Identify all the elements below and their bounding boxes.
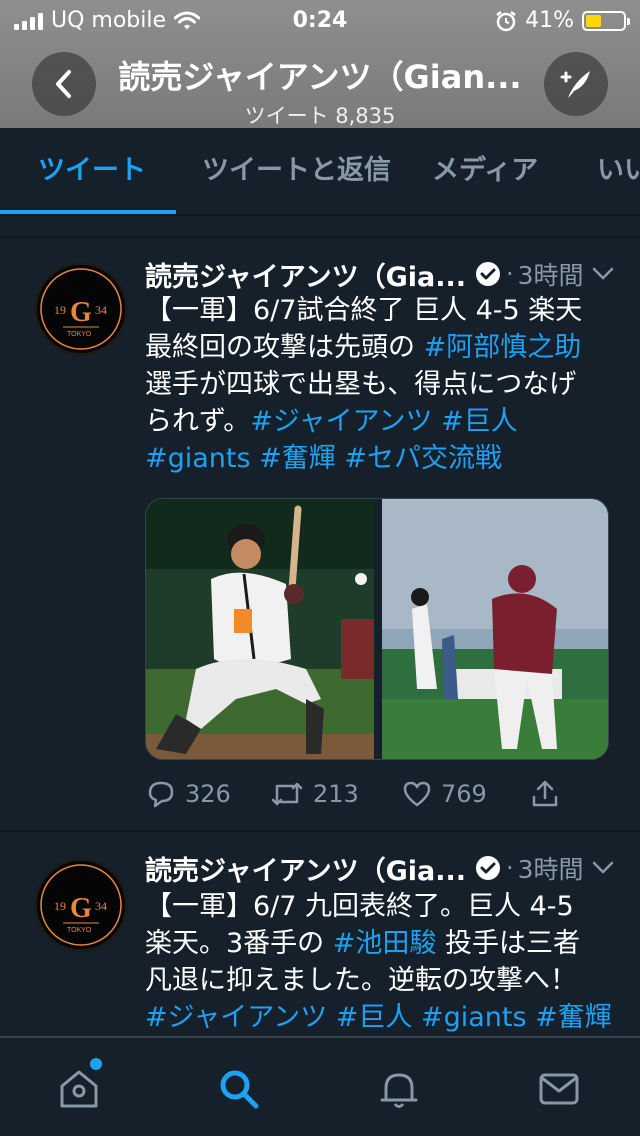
svg-text:34: 34: [95, 899, 107, 913]
tweet-media[interactable]: [145, 498, 609, 760]
retweet-count: 213: [313, 780, 359, 808]
svg-text:TOKYO: TOKYO: [67, 927, 92, 934]
tweet-card[interactable]: 19 34 G TOKYO 読売ジャイアンツ（Gia... · 3時間 【一軍】…: [0, 240, 640, 832]
active-tab-indicator: [0, 210, 176, 214]
author-name[interactable]: 読売ジャイアンツ（Gia...: [145, 255, 466, 294]
search-icon[interactable]: [216, 1066, 262, 1112]
tab-media[interactable]: メディア: [432, 128, 538, 214]
notification-dot: [90, 1058, 102, 1070]
profile-tabs: ツイート ツイートと返信 メディア いいね: [0, 128, 640, 216]
hashtag-link[interactable]: #giants #奮輝 #セパ交流戦: [145, 440, 615, 477]
svg-text:34: 34: [95, 303, 107, 317]
notifications-bell-icon[interactable]: [376, 1066, 422, 1112]
tab-likes[interactable]: いいね: [597, 128, 640, 214]
author-name[interactable]: 読売ジャイアンツ（Gia...: [145, 849, 466, 888]
chevron-left-icon: [56, 70, 71, 98]
svg-text:19: 19: [54, 303, 66, 317]
reply-button[interactable]: 326: [145, 778, 231, 810]
home-icon[interactable]: [56, 1066, 102, 1112]
tweet-text: 【一軍】6/7試合終了 巨人 4-5 楽天 最終回の攻撃は先頭の #阿部慎之助 …: [145, 292, 615, 477]
tweet-time: 3時間: [517, 855, 584, 884]
battery-percent: 41%: [525, 8, 574, 33]
hashtag-link[interactable]: #ジャイアンツ #巨人: [250, 406, 517, 437]
reply-icon: [148, 781, 174, 808]
tweet-count: ツイート 8,835: [244, 104, 396, 128]
alarm-icon: [496, 10, 516, 31]
avatar[interactable]: 19 34 G TOKYO: [34, 858, 128, 952]
messages-envelope-icon[interactable]: [536, 1066, 582, 1112]
battery-icon: [582, 10, 630, 31]
svg-text:TOKYO: TOKYO: [67, 331, 92, 338]
catcher-photo[interactable]: [382, 499, 609, 760]
page-title: 読売ジャイアンツ（Gian...: [118, 58, 522, 96]
tab-tweets[interactable]: ツイート: [38, 128, 146, 214]
divider: [0, 216, 640, 238]
hashtag-link[interactable]: #阿部慎之助: [424, 332, 582, 363]
tab-tweets-and-replies[interactable]: ツイートと返信: [202, 128, 391, 214]
profile-header: UQ mobile 0:24 41% 読売ジャイアンツ（Gian... ツイート…: [0, 0, 640, 128]
share-icon: [532, 780, 558, 807]
like-count: 769: [441, 780, 487, 808]
share-button[interactable]: [529, 778, 561, 810]
giants-logo: 19 34 G TOKYO: [40, 864, 122, 946]
back-button[interactable]: [32, 52, 96, 116]
compose-tweet-button[interactable]: [544, 52, 608, 116]
chevron-down-icon[interactable]: [590, 260, 616, 286]
tweet-time: 3時間: [517, 261, 584, 290]
bottom-tab-bar: [0, 1036, 640, 1136]
tweet-text: 【一軍】6/7 九回表終了。巨人 4-5 楽天。3番手の #池田駿 投手は三者 …: [145, 888, 615, 1036]
batter-photo[interactable]: [146, 499, 374, 760]
svg-text:19: 19: [54, 899, 66, 913]
hashtag-link[interactable]: #池田駿: [333, 928, 437, 959]
heart-icon: [403, 781, 431, 807]
svg-text:G: G: [70, 297, 92, 328]
avatar[interactable]: 19 34 G TOKYO: [34, 262, 128, 356]
retweet-button[interactable]: 213: [269, 778, 359, 810]
svg-text:G: G: [70, 893, 92, 924]
hashtag-link[interactable]: #ジャイアンツ #巨人 #giants #奮輝: [145, 999, 615, 1036]
chevron-down-icon[interactable]: [590, 854, 616, 880]
retweet-icon: [271, 782, 303, 806]
giants-logo: 19 34 G TOKYO: [40, 268, 122, 350]
verified-badge-icon: [475, 262, 500, 286]
tweet-card[interactable]: 19 34 G TOKYO 読売ジャイアンツ（Gia... · 3時間 【一軍】…: [0, 834, 640, 1044]
status-bar: UQ mobile 0:24 41%: [0, 0, 640, 40]
reply-count: 326: [185, 780, 231, 808]
compose-feather-icon: [560, 71, 590, 98]
like-button[interactable]: 769: [401, 778, 487, 810]
tweet-actions: 326 213 769: [145, 778, 605, 818]
verified-badge-icon: [475, 856, 500, 880]
